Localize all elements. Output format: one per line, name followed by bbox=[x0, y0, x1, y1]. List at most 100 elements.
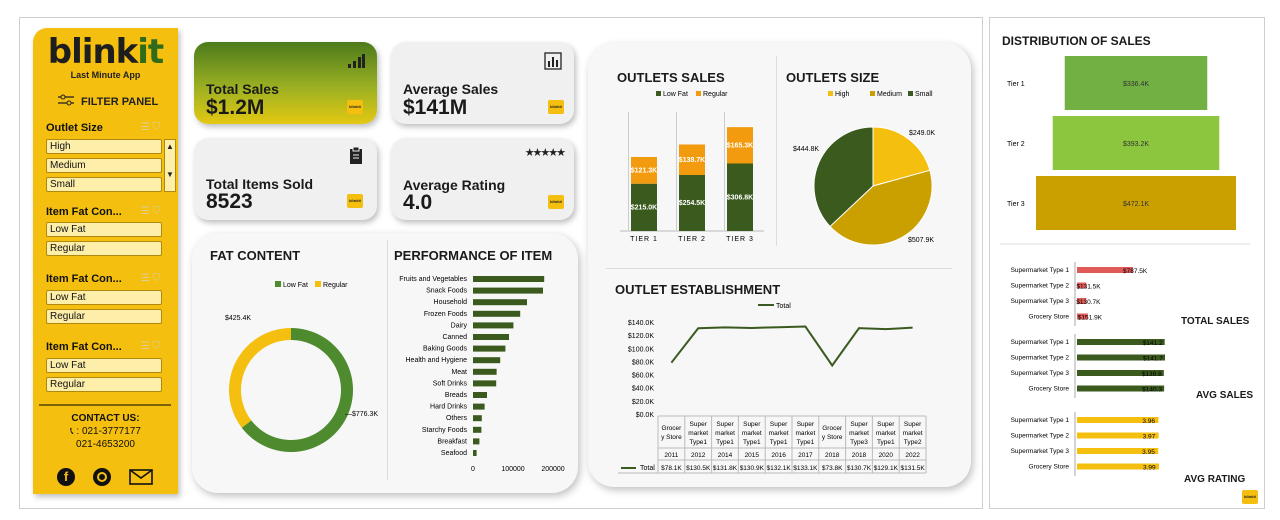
contact-title: CONTACT US: bbox=[71, 413, 140, 424]
category-label: Type1 bbox=[797, 439, 815, 446]
category-label: Grocery Store bbox=[1029, 464, 1070, 471]
slicer-option-high[interactable]: High bbox=[46, 139, 162, 154]
legend-swatch bbox=[275, 281, 281, 287]
blinkit-logo: blinkit bbox=[47, 32, 164, 72]
outlets-sales-chart: Low Fat Regular $215.0K $121.3K TIER 1 $254.5… bbox=[620, 91, 764, 243]
tick-label: $120.0K bbox=[628, 333, 654, 340]
blinkit-badge: blinkit bbox=[548, 100, 564, 114]
category-label: Frozen Foods bbox=[424, 311, 468, 318]
legend-label: Small bbox=[915, 91, 933, 98]
data-label: $121.3K bbox=[631, 167, 657, 174]
slicer-option-low-fat[interactable]: Low Fat bbox=[46, 290, 162, 305]
data-label: $141.7 bbox=[1143, 356, 1163, 363]
category-label: market bbox=[876, 430, 896, 437]
slicer-option-regular[interactable]: Regular bbox=[46, 309, 162, 324]
category-label: Others bbox=[446, 415, 468, 422]
kpi-card-total-items: Total Items Sold 8523 blinkit bbox=[194, 138, 377, 220]
bar bbox=[473, 334, 509, 340]
category-label: Household bbox=[434, 299, 468, 306]
data-label: $139.8 bbox=[1142, 371, 1162, 378]
category-label: Super bbox=[716, 421, 734, 428]
clear-filter-icon[interactable]: ☰ ⛉ bbox=[141, 206, 160, 217]
legend-label: Low Fat bbox=[283, 282, 308, 289]
category-label: Supermarket Type 2 bbox=[1011, 355, 1070, 362]
category-label: Hard Drinks bbox=[430, 404, 467, 411]
slicer-option-medium[interactable]: Medium bbox=[46, 158, 162, 173]
slicer-option-low-fat[interactable]: Low Fat bbox=[46, 222, 162, 237]
category-label: Supermarket Type 3 bbox=[1011, 298, 1070, 305]
table-value: $131.8K bbox=[713, 465, 738, 472]
kpi-card-average-sales: Average Sales $141M blinkit bbox=[391, 42, 574, 124]
category-label: Type1 bbox=[877, 439, 895, 446]
clear-filter-icon[interactable]: ☰ ⛉ bbox=[141, 122, 160, 133]
year-label: 2017 bbox=[798, 452, 813, 459]
data-label: $306.8K bbox=[727, 194, 753, 201]
bar bbox=[473, 415, 482, 422]
category-label: Supermarket Type 2 bbox=[1011, 283, 1070, 290]
slicer-option-regular[interactable]: Regular bbox=[46, 241, 162, 256]
instagram-icon[interactable] bbox=[93, 468, 111, 486]
tick-label: 0 bbox=[471, 466, 475, 473]
legend-swatch bbox=[656, 91, 661, 96]
bar bbox=[473, 438, 480, 445]
year-label: 2014 bbox=[718, 452, 733, 459]
slicer-option-regular[interactable]: Regular bbox=[46, 377, 162, 392]
avg-rating-chart: Supermarket Type 1 3.96 Supermarket Type 2… bbox=[1011, 412, 1159, 476]
slicer-option-low-fat[interactable]: Low Fat bbox=[46, 358, 162, 373]
filter-sidebar: blinkit Last Minute App FILTER PANEL Out… bbox=[33, 28, 178, 494]
bar bbox=[473, 276, 545, 282]
legend-label: High bbox=[835, 91, 850, 98]
mail-icon[interactable] bbox=[129, 469, 153, 490]
category-label: Breads bbox=[445, 392, 468, 399]
legend-label: Medium bbox=[877, 91, 902, 98]
data-label: 3.96 bbox=[1142, 418, 1155, 425]
category-label: Super bbox=[690, 421, 708, 428]
bar bbox=[473, 392, 487, 398]
legend-label: Regular bbox=[703, 91, 728, 98]
data-label: $472.1K bbox=[1123, 201, 1149, 208]
data-label: —$776.3K bbox=[345, 411, 378, 418]
bar bbox=[473, 345, 506, 352]
year-label: 2018 bbox=[825, 452, 840, 459]
tick-label: $20.0K bbox=[632, 399, 655, 406]
clear-filter-icon[interactable]: ☰ ⛉ bbox=[141, 273, 160, 284]
category-label: TIER 3 bbox=[726, 236, 754, 243]
data-label: $507.9K bbox=[908, 237, 934, 244]
category-label: Meat bbox=[451, 369, 467, 376]
sliders-icon bbox=[57, 94, 75, 109]
bar bbox=[473, 403, 485, 410]
category-label: Super bbox=[877, 421, 895, 428]
data-label: $425.4K bbox=[225, 315, 251, 322]
outlets-size-chart: High Medium Small $249.0K $507.9K $444.8K bbox=[793, 91, 935, 246]
data-label: $141.2 bbox=[1143, 340, 1163, 347]
clear-filter-icon[interactable]: ☰ ⛉ bbox=[141, 341, 160, 352]
performance-chart: Fruits and Vegetables Snack Foods Househol… bbox=[399, 276, 565, 473]
contact-phone-1: 📞︎ : 021-3777177 bbox=[70, 426, 141, 437]
tick-label: $40.0K bbox=[632, 386, 655, 393]
slicer-title-item-fat-1: Item Fat Con... bbox=[46, 206, 122, 218]
facebook-icon[interactable]: f bbox=[57, 468, 75, 486]
legend-label: Low Fat bbox=[663, 91, 688, 98]
total-sales-chart: Supermarket Type 1 $787.5K Supermarket Typ… bbox=[1011, 262, 1148, 326]
slicer-scrollbar[interactable]: ▲ ▼ bbox=[164, 139, 176, 192]
category-label: Super bbox=[743, 421, 761, 428]
fat-content-title: FAT CONTENT bbox=[210, 248, 301, 263]
distribution-chart: Tier 1 $336.4K Tier 2 $393.2K Tier 3 $472.1K bbox=[1007, 56, 1236, 230]
category-label: Type1 bbox=[716, 439, 734, 446]
bar bbox=[473, 299, 527, 306]
slicer-option-small[interactable]: Small bbox=[46, 177, 162, 192]
data-label: 3.95 bbox=[1142, 449, 1155, 456]
category-label: market bbox=[688, 430, 708, 437]
data-label: $254.5K bbox=[679, 200, 705, 207]
sidebar-divider bbox=[39, 404, 171, 406]
table-value: $130.5K bbox=[686, 465, 711, 472]
tick-label: $100.0K bbox=[628, 346, 654, 353]
table-value: $73.8K bbox=[822, 465, 843, 472]
category-label: Tier 3 bbox=[1007, 201, 1025, 208]
establishment-title: OUTLET ESTABLISHMENT bbox=[615, 282, 781, 297]
data-label: $393.2K bbox=[1123, 141, 1149, 148]
bar bbox=[473, 368, 497, 375]
category-label: market bbox=[742, 430, 762, 437]
total-sales-title: TOTAL SALES bbox=[1181, 316, 1250, 327]
year-label: 2020 bbox=[879, 452, 894, 459]
